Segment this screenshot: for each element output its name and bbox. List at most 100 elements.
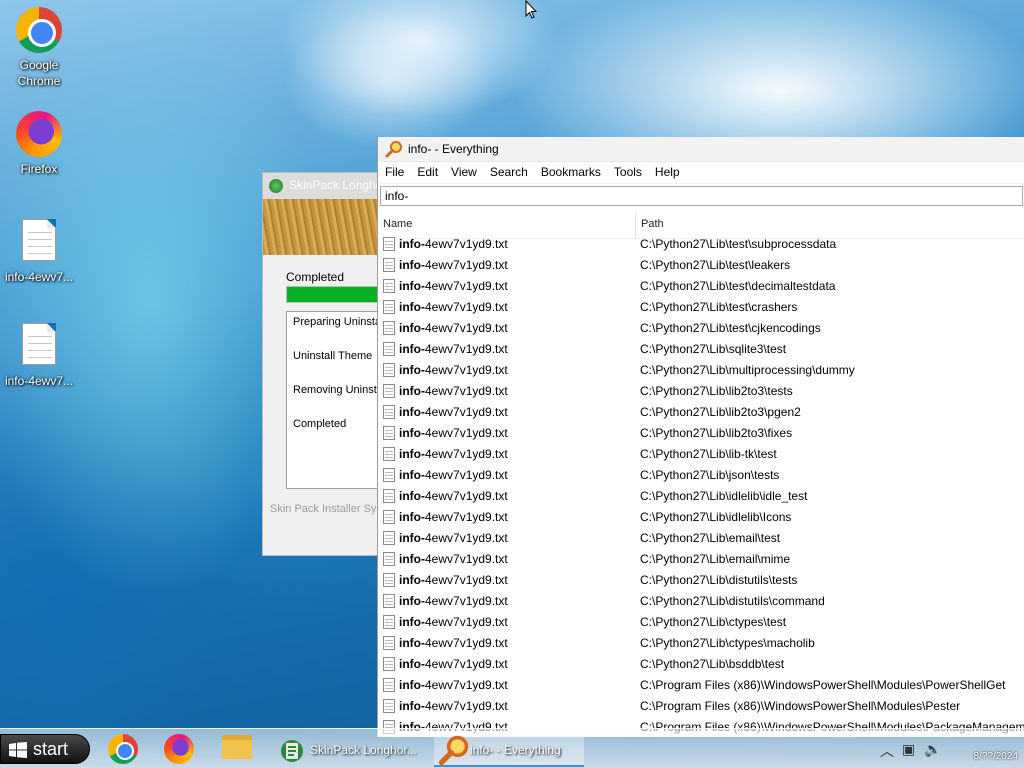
table-row[interactable]: info- 4ewv7v1yd9.txt C:\Python27\Lib\sqlit… — [378, 338, 1024, 359]
table-row[interactable]: info- 4ewv7v1yd9.txt C:\Python27\Lib\lib2t… — [378, 380, 1024, 401]
everything-titlebar[interactable]: info- - Everything — [378, 137, 1024, 162]
name-highlight: info- — [399, 572, 425, 587]
table-row[interactable]: info- 4ewv7v1yd9.txt C:\Program Files (x86… — [378, 674, 1024, 695]
search-input[interactable] — [380, 186, 1023, 206]
text-file-icon — [383, 299, 395, 314]
table-row[interactable]: info- 4ewv7v1yd9.txt C:\Python27\Lib\distu… — [378, 590, 1024, 611]
table-row[interactable]: info- 4ewv7v1yd9.txt C:\Python27\Lib\ctype… — [378, 632, 1024, 653]
taskbar-firefox[interactable] — [164, 731, 194, 767]
result-path: C:\Python27\Lib\ctypes\test — [640, 614, 787, 629]
text-file-icon — [383, 425, 395, 440]
result-name: info- 4ewv7v1yd9.txt — [378, 299, 636, 314]
menu-tools[interactable]: Tools — [607, 162, 648, 184]
magnifier-icon — [438, 735, 469, 766]
menu-bookmarks[interactable]: Bookmarks — [534, 162, 607, 184]
table-row[interactable]: info- 4ewv7v1yd9.txt C:\Program Files (x86… — [378, 695, 1024, 716]
taskbar-task-skinpack[interactable]: SkinPack Longhor... — [274, 731, 424, 767]
result-path: C:\Python27\Lib\sqlite3\test — [640, 341, 787, 356]
start-label: start — [33, 739, 69, 759]
taskbar-task-everything[interactable]: info- - Everything — [434, 731, 584, 767]
network-icon[interactable]: ▣ — [902, 741, 915, 758]
result-name: info- 4ewv7v1yd9.txt — [378, 278, 636, 293]
desktop-icon-label-line2: Chrome — [17, 74, 61, 88]
name-rest: 4ewv7v1yd9.txt — [425, 362, 508, 377]
table-row[interactable]: info- 4ewv7v1yd9.txt C:\Python27\Lib\lib-t… — [378, 443, 1024, 464]
taskbar: start SkinPack Longhor... info- - Everyt… — [0, 728, 1024, 768]
text-file-icon — [383, 404, 395, 419]
menu-bar: File Edit View Search Bookmarks Tools He… — [378, 162, 1024, 184]
result-path: C:\Program Files (x86)\WindowsPowerShell… — [640, 677, 1006, 692]
speaker-icon[interactable]: 🔈 — [924, 741, 941, 758]
chevron-up-icon[interactable]: ︿ — [880, 741, 894, 761]
table-row[interactable]: info- 4ewv7v1yd9.txt C:\Python27\Lib\idlel… — [378, 506, 1024, 527]
table-row[interactable]: info- 4ewv7v1yd9.txt C:\Python27\Lib\email… — [378, 527, 1024, 548]
name-rest: 4ewv7v1yd9.txt — [425, 236, 508, 251]
result-name: info- 4ewv7v1yd9.txt — [378, 257, 636, 272]
table-row[interactable]: info- 4ewv7v1yd9.txt C:\Python27\Lib\email… — [378, 548, 1024, 569]
clock[interactable]: 8/??/2024 — [974, 751, 1019, 762]
table-row[interactable]: info- 4ewv7v1yd9.txt C:\Python27\Lib\test\… — [378, 296, 1024, 317]
table-row[interactable]: info- 4ewv7v1yd9.txt C:\Python27\Lib\idlel… — [378, 485, 1024, 506]
table-row[interactable]: info- 4ewv7v1yd9.txt C:\Python27\Lib\ctype… — [378, 611, 1024, 632]
text-file-icon — [15, 323, 63, 371]
desktop-icon-chrome[interactable]: Google Chrome — [1, 6, 77, 89]
name-highlight: info- — [399, 236, 425, 251]
name-highlight: info- — [399, 551, 425, 566]
firefox-icon — [15, 111, 63, 159]
table-row[interactable]: info- 4ewv7v1yd9.txt C:\Python27\Lib\multi… — [378, 359, 1024, 380]
result-path: C:\Python27\Lib\lib2to3\pgen2 — [640, 404, 801, 419]
name-highlight: info- — [399, 257, 425, 272]
menu-search[interactable]: Search — [483, 162, 534, 184]
table-row[interactable]: info- 4ewv7v1yd9.txt C:\Python27\Lib\distu… — [378, 569, 1024, 590]
text-file-icon — [383, 467, 395, 482]
result-name: info- 4ewv7v1yd9.txt — [378, 698, 636, 713]
name-highlight: info- — [399, 488, 425, 503]
text-file-icon — [383, 614, 395, 629]
menu-help[interactable]: Help — [648, 162, 686, 184]
table-row[interactable]: info- 4ewv7v1yd9.txt C:\Python27\Lib\lib2t… — [378, 401, 1024, 422]
result-name: info- 4ewv7v1yd9.txt — [378, 677, 636, 692]
name-highlight: info- — [399, 320, 425, 335]
menu-edit[interactable]: Edit — [410, 162, 444, 184]
result-path: C:\Python27\Lib\idlelib\idle_test — [640, 488, 808, 503]
name-rest: 4ewv7v1yd9.txt — [425, 572, 508, 587]
desktop-icon-file-2[interactable]: info-4ewv7... — [1, 320, 77, 389]
name-rest: 4ewv7v1yd9.txt — [425, 341, 508, 356]
table-row[interactable]: info- 4ewv7v1yd9.txt C:\Python27\Lib\test\… — [378, 317, 1024, 338]
name-highlight: info- — [399, 614, 425, 629]
result-name: info- 4ewv7v1yd9.txt — [378, 572, 636, 587]
magnifier-icon — [385, 141, 402, 158]
name-rest: 4ewv7v1yd9.txt — [425, 551, 508, 566]
text-file-icon — [383, 446, 395, 461]
name-highlight: info- — [399, 341, 425, 356]
text-file-icon — [383, 236, 395, 251]
table-row[interactable]: info- 4ewv7v1yd9.txt C:\Python27\Lib\json\… — [378, 464, 1024, 485]
menu-file[interactable]: File — [378, 162, 410, 184]
table-row[interactable]: info- 4ewv7v1yd9.txt C:\Python27\Lib\test\… — [378, 254, 1024, 275]
desktop-icon-label: info-4ewv7... — [4, 374, 74, 388]
table-row[interactable]: info- 4ewv7v1yd9.txt C:\Python27\Lib\lib2t… — [378, 422, 1024, 443]
table-row[interactable]: info- 4ewv7v1yd9.txt C:\Python27\Lib\test\… — [378, 275, 1024, 296]
result-path: C:\Python27\Lib\distutils\tests — [640, 572, 798, 587]
desktop-icon-label: Google — [19, 58, 59, 72]
table-row[interactable]: info- 4ewv7v1yd9.txt C:\Python27\Lib\test\… — [378, 233, 1024, 254]
menu-view[interactable]: View — [444, 162, 483, 184]
result-path: C:\Python27\Lib\multiprocessing\dummy — [640, 362, 855, 377]
result-name: info- 4ewv7v1yd9.txt — [378, 320, 636, 335]
desktop-icon-file-1[interactable]: info-4ewv7... — [1, 216, 77, 285]
taskbar-file-explorer[interactable] — [222, 731, 252, 767]
text-file-icon — [383, 656, 395, 671]
folder-icon — [222, 735, 252, 759]
table-row[interactable]: info- 4ewv7v1yd9.txt C:\Python27\Lib\bsddb… — [378, 653, 1024, 674]
result-path: C:\Python27\Lib\distutils\command — [640, 593, 825, 608]
desktop-icon-firefox[interactable]: Firefox — [1, 110, 77, 177]
everything-window[interactable]: info- - Everything File Edit View Search… — [377, 137, 1024, 737]
start-button[interactable]: start — [0, 734, 90, 764]
text-file-icon — [383, 509, 395, 524]
name-highlight: info- — [399, 530, 425, 545]
text-file-icon — [383, 383, 395, 398]
taskbar-chrome[interactable] — [108, 731, 138, 767]
text-file-icon — [383, 593, 395, 608]
name-rest: 4ewv7v1yd9.txt — [425, 698, 508, 713]
name-highlight: info- — [399, 425, 425, 440]
